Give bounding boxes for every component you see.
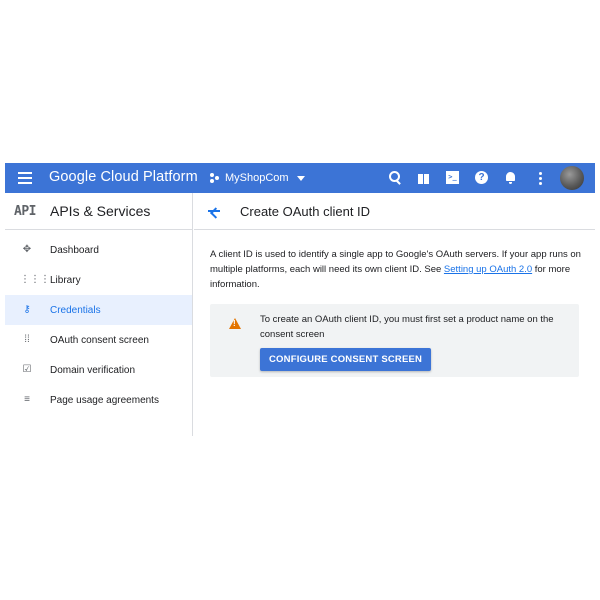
cloud-shell-icon[interactable] xyxy=(445,170,461,186)
sidebar-item-label: Domain verification xyxy=(50,364,136,376)
search-icon[interactable] xyxy=(387,170,403,186)
sidebar-item-label: Credentials xyxy=(50,304,101,316)
notice-text: To create an OAuth client ID, you must f… xyxy=(260,314,554,340)
sidebar-item-credentials[interactable]: ⚷ Credentials xyxy=(5,295,192,325)
setting-up-oauth-link[interactable]: Setting up OAuth 2.0 xyxy=(444,264,532,275)
help-icon[interactable] xyxy=(474,170,490,186)
more-vert-icon[interactable] xyxy=(532,170,548,186)
library-icon: ⋮⋮⋮ xyxy=(20,274,50,285)
sidebar-nav: ✥ Dashboard ⋮⋮⋮ Library ⚷ Credentials ⁞⁞… xyxy=(5,230,192,415)
consent-icon: ⁞⁞ xyxy=(24,334,30,345)
project-icon xyxy=(210,173,220,183)
notifications-icon[interactable] xyxy=(503,170,519,186)
project-selector[interactable]: MyShopCom xyxy=(210,167,305,189)
configure-consent-screen-button[interactable]: CONFIGURE CONSENT SCREEN xyxy=(260,348,432,371)
checkbox-icon: ☑ xyxy=(22,364,32,375)
cloud-console-window: Google Cloud Platform MyShopCom API APIs… xyxy=(5,163,595,436)
key-icon: ⚷ xyxy=(23,304,31,315)
settings-list-icon: ≡ xyxy=(24,394,30,405)
project-name: MyShopCom xyxy=(225,172,289,184)
back-arrow-icon[interactable] xyxy=(206,203,222,219)
sidebar-item-label: Dashboard xyxy=(50,244,99,256)
sidebar: API APIs & Services ✥ Dashboard ⋮⋮⋮ Libr… xyxy=(5,193,193,436)
top-bar: Google Cloud Platform MyShopCom xyxy=(5,163,595,193)
brand-title[interactable]: Google Cloud Platform xyxy=(49,169,198,185)
dashboard-icon: ✥ xyxy=(22,244,32,255)
consent-notice: To create an OAuth client ID, you must f… xyxy=(210,304,579,377)
sidebar-title: APIs & Services xyxy=(50,203,151,219)
sidebar-item-domain-verification[interactable]: ☑ Domain verification xyxy=(5,355,192,385)
avatar[interactable] xyxy=(560,166,584,190)
sidebar-item-label: Library xyxy=(50,274,81,286)
sidebar-item-label: Page usage agreements xyxy=(50,394,159,406)
warning-icon xyxy=(229,318,241,329)
api-logo-icon: API xyxy=(14,203,36,219)
menu-icon[interactable] xyxy=(18,172,32,184)
gift-icon[interactable] xyxy=(416,170,432,186)
main-content: Create OAuth client ID A client ID is us… xyxy=(194,193,595,436)
sidebar-item-page-usage-agreements[interactable]: ≡ Page usage agreements xyxy=(5,385,192,415)
sidebar-item-oauth-consent-screen[interactable]: ⁞⁞ OAuth consent screen xyxy=(5,325,192,355)
page-title: Create OAuth client ID xyxy=(240,203,371,219)
caret-down-icon xyxy=(296,175,305,181)
sidebar-item-library[interactable]: ⋮⋮⋮ Library xyxy=(5,265,192,295)
sidebar-item-dashboard[interactable]: ✥ Dashboard xyxy=(5,235,192,265)
sidebar-header: API APIs & Services xyxy=(5,193,192,230)
main-header: Create OAuth client ID xyxy=(194,193,595,230)
sidebar-item-label: OAuth consent screen xyxy=(50,334,149,346)
description-text: A client ID is used to identify a single… xyxy=(210,247,582,292)
